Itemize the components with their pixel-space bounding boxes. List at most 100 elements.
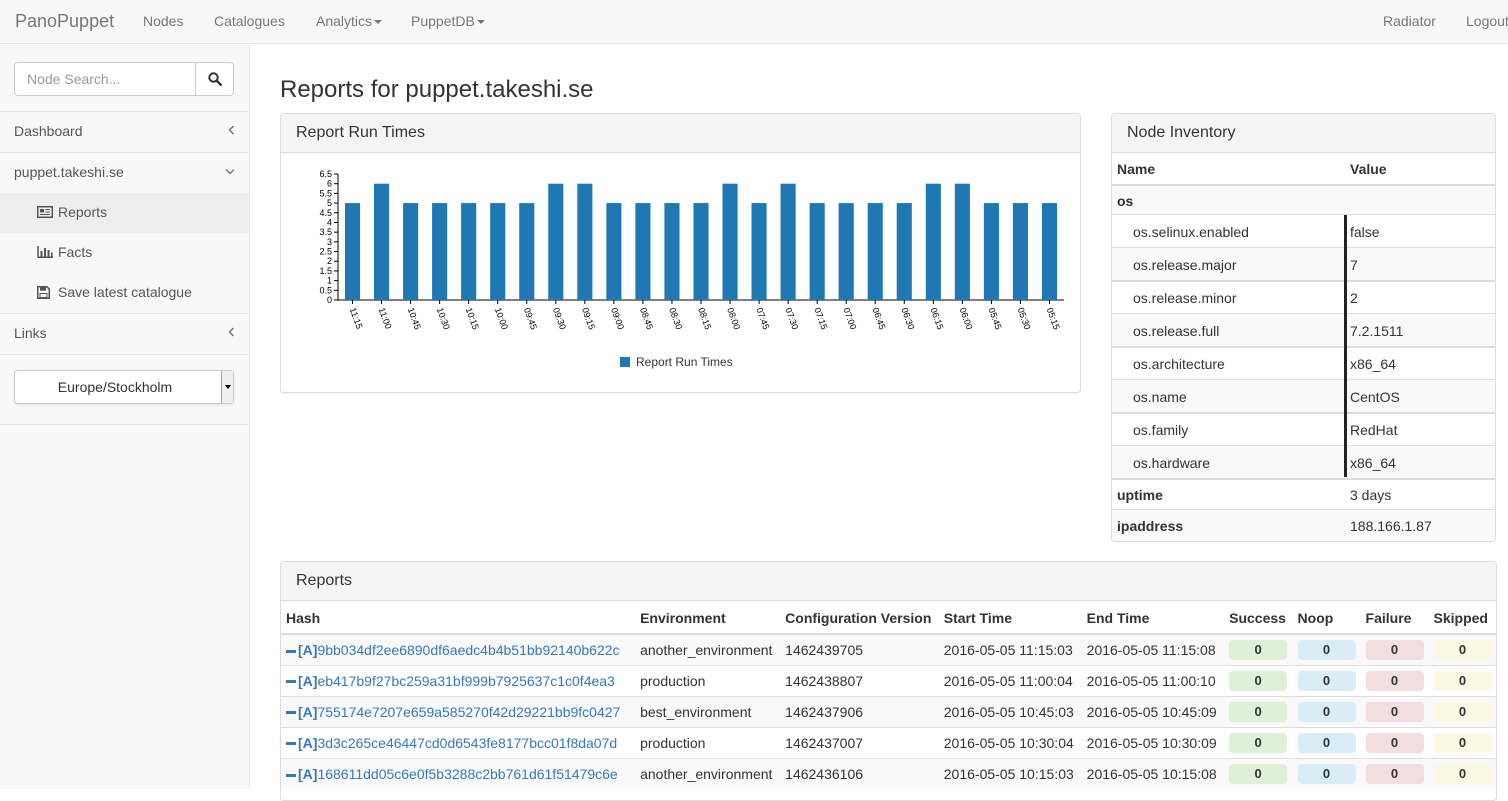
skipped-badge[interactable]: 0 bbox=[1433, 670, 1492, 691]
x-tick-label: 10:15 bbox=[464, 306, 481, 331]
fact-name: uptime bbox=[1117, 487, 1163, 503]
x-tick-label: 06:30 bbox=[899, 306, 916, 331]
hash-value: 3d3c265ce46447cd0d6543fe8177bcc01f8da07d bbox=[317, 734, 618, 751]
x-tick-label: 08:30 bbox=[667, 306, 684, 331]
nav-nodes[interactable]: Nodes bbox=[143, 13, 183, 29]
sidebar-item-label: Reports bbox=[58, 204, 108, 220]
x-tick-label: 07:15 bbox=[812, 306, 829, 331]
column-header-start-time[interactable]: Start Time bbox=[938, 602, 1082, 635]
noop-badge[interactable]: 0 bbox=[1297, 732, 1356, 753]
noop-badge[interactable]: 0 bbox=[1297, 701, 1356, 722]
column-header-noop[interactable]: Noop bbox=[1292, 602, 1361, 635]
x-tick-label: 06:15 bbox=[928, 306, 945, 331]
failure-badge[interactable]: 0 bbox=[1365, 639, 1424, 660]
column-header-hash[interactable]: Hash bbox=[281, 602, 636, 635]
x-tick-label: 08:15 bbox=[696, 306, 713, 331]
failure-badge[interactable]: 0 bbox=[1365, 670, 1424, 691]
sidebar-item-facts[interactable]: Facts bbox=[0, 233, 249, 273]
top-navbar: PanoPuppet Nodes Catalogues Analytics Pu… bbox=[0, 0, 1508, 44]
failure-badge[interactable]: 0 bbox=[1365, 763, 1424, 784]
brand-link[interactable]: PanoPuppet bbox=[15, 11, 114, 32]
sidebar-item-label: puppet.takeshi.se bbox=[14, 164, 124, 180]
timezone-select[interactable]: Europe/Stockholm bbox=[14, 370, 234, 404]
config-version-cell: 1462437906 bbox=[780, 695, 939, 727]
caret-down-icon bbox=[224, 385, 231, 389]
nav-logout[interactable]: Logout bbox=[1466, 13, 1508, 29]
node-search-group bbox=[14, 62, 234, 96]
skipped-badge[interactable]: 0 bbox=[1433, 639, 1492, 660]
column-header-end-time[interactable]: End Time bbox=[1081, 602, 1225, 635]
success-badge[interactable]: 0 bbox=[1229, 639, 1288, 660]
minus-icon bbox=[286, 649, 296, 653]
minus-icon bbox=[286, 742, 296, 746]
failure-badge[interactable]: 0 bbox=[1365, 732, 1424, 753]
nav-analytics-dropdown[interactable]: Analytics bbox=[316, 13, 383, 29]
column-header-success[interactable]: Success bbox=[1224, 602, 1293, 635]
chart-bar bbox=[1041, 203, 1058, 300]
x-tick-label: 11:15 bbox=[348, 306, 365, 330]
report-hash-link[interactable]: [A]755174e7207e659a585270f42d29221bb9fc0… bbox=[286, 704, 620, 720]
skipped-badge[interactable]: 0 bbox=[1433, 732, 1492, 753]
skipped-cell: 0 bbox=[1428, 664, 1496, 696]
nav-puppetdb-dropdown[interactable]: PuppetDB bbox=[411, 13, 485, 29]
report-hash-link[interactable]: [A]168611dd05c6e0f5b3288c2bb761d61f51479… bbox=[286, 766, 618, 782]
success-badge[interactable]: 0 bbox=[1229, 670, 1288, 691]
row-divider bbox=[1112, 478, 1495, 480]
failure-badge[interactable]: 0 bbox=[1365, 701, 1424, 722]
environment-cell: another_environment bbox=[635, 757, 781, 789]
search-button[interactable] bbox=[195, 62, 234, 96]
sidebar-item-label: Save latest catalogue bbox=[58, 284, 192, 300]
fact-name: os.selinux.enabled bbox=[1133, 224, 1249, 240]
config-version-cell: 1462437007 bbox=[780, 726, 939, 758]
report-hash-link[interactable]: [A]9bb034df2ee6890df6aedc4b4b51bb92140b6… bbox=[286, 642, 620, 658]
y-tick-label: 3 bbox=[327, 237, 332, 247]
report-hash-link[interactable]: [A]3d3c265ce46447cd0d6543fe8177bcc01f8da… bbox=[286, 735, 617, 751]
skipped-badge[interactable]: 0 bbox=[1433, 763, 1492, 784]
run-times-heading: Report Run Times bbox=[281, 114, 1080, 153]
node-search-input[interactable] bbox=[14, 62, 196, 96]
success-badge[interactable]: 0 bbox=[1229, 701, 1288, 722]
noop-badge[interactable]: 0 bbox=[1297, 639, 1356, 660]
floppy-disk-icon bbox=[37, 286, 50, 299]
chart-bar bbox=[780, 183, 796, 300]
success-cell: 0 bbox=[1224, 664, 1293, 696]
fact-name: os.hardware bbox=[1133, 455, 1211, 471]
nav-catalogues[interactable]: Catalogues bbox=[214, 13, 285, 29]
column-header-failure[interactable]: Failure bbox=[1360, 602, 1429, 635]
start-time-cell: 2016-05-05 10:15:03 bbox=[938, 757, 1082, 789]
hash-cell: [A]9bb034df2ee6890df6aedc4b4b51bb92140b6… bbox=[281, 633, 636, 665]
success-badge[interactable]: 0 bbox=[1229, 763, 1288, 784]
environment-cell: production bbox=[635, 726, 781, 758]
skipped-badge[interactable]: 0 bbox=[1433, 701, 1492, 722]
report-hash-link[interactable]: [A]eb417b9f27bc259a31bf999b7925637c1c0f4… bbox=[286, 673, 615, 689]
sidebar-item-node[interactable]: puppet.takeshi.se bbox=[0, 153, 249, 193]
nav-radiator[interactable]: Radiator bbox=[1383, 13, 1436, 29]
sidebar-item-reports[interactable]: Reports bbox=[0, 193, 249, 233]
select-arrow[interactable] bbox=[221, 371, 233, 403]
nav-puppetdb-label: PuppetDB bbox=[411, 13, 475, 29]
chart-bar bbox=[722, 183, 738, 300]
table-row: [A]755174e7207e659a585270f42d29221bb9fc0… bbox=[281, 695, 1496, 727]
caret-down-icon bbox=[374, 20, 383, 25]
column-header-config-version[interactable]: Configuration Version bbox=[780, 602, 939, 635]
chart-bar bbox=[403, 203, 419, 300]
x-tick-label: 06:45 bbox=[870, 306, 887, 331]
noop-badge[interactable]: 0 bbox=[1297, 670, 1356, 691]
sidebar-item-save-catalogue[interactable]: Save latest catalogue bbox=[0, 273, 249, 313]
noop-badge[interactable]: 0 bbox=[1297, 763, 1356, 784]
column-header-environment[interactable]: Environment bbox=[635, 602, 781, 635]
fact-name: os.name bbox=[1133, 389, 1187, 405]
success-badge[interactable]: 0 bbox=[1229, 732, 1288, 753]
hash-prefix: [A] bbox=[298, 641, 318, 658]
column-header-skipped[interactable]: Skipped bbox=[1428, 602, 1496, 635]
x-tick-label: 08:00 bbox=[725, 306, 742, 331]
skipped-cell: 0 bbox=[1428, 633, 1496, 665]
sidebar-item-links[interactable]: Links bbox=[0, 314, 249, 354]
noop-cell: 0 bbox=[1292, 726, 1361, 758]
fact-value: x86_64 bbox=[1350, 356, 1396, 372]
y-tick-label: 6 bbox=[327, 179, 332, 189]
x-tick-label: 09:15 bbox=[580, 306, 597, 331]
hash-cell: [A]755174e7207e659a585270f42d29221bb9fc0… bbox=[281, 695, 636, 727]
hash-prefix: [A] bbox=[298, 765, 318, 782]
sidebar-item-dashboard[interactable]: Dashboard bbox=[0, 112, 249, 152]
